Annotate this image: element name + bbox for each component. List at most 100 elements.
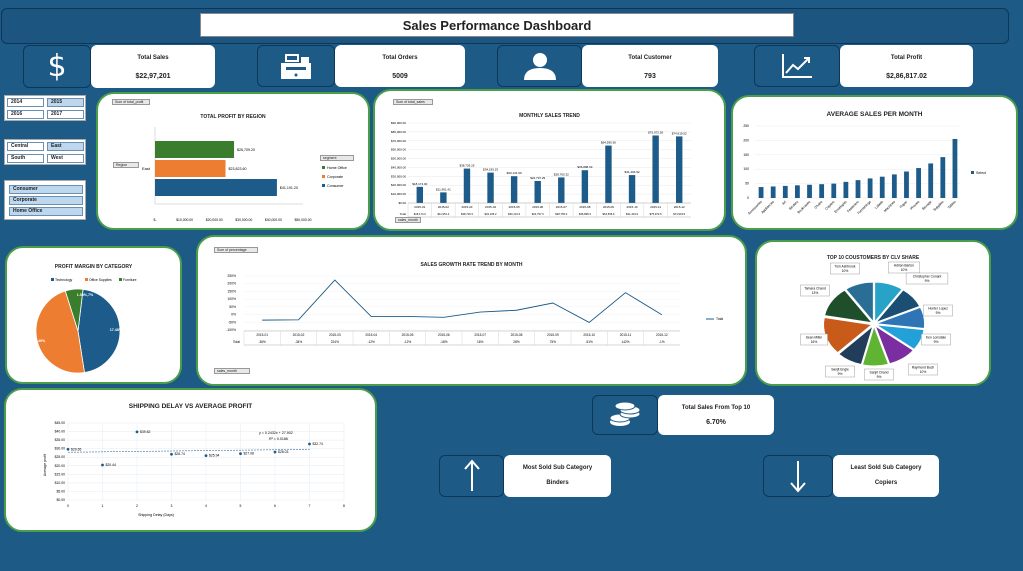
slicer-region-west[interactable]: West xyxy=(47,154,84,163)
clv-name-label: Hunter Lopez xyxy=(928,307,948,311)
x-tick-label: 2015-07 xyxy=(474,333,486,337)
table-cell: -18% xyxy=(440,340,448,344)
slicer-region-central[interactable]: Central xyxy=(7,142,44,151)
bar xyxy=(795,185,800,198)
y-tick-label: $40,000.00 xyxy=(391,165,406,169)
y-tick-label: 250 xyxy=(743,124,749,128)
x-tick-label: Tables xyxy=(947,200,957,210)
arrow-down-icon xyxy=(763,455,833,497)
bar xyxy=(487,172,494,203)
bar xyxy=(843,181,849,198)
table-cell: -12% xyxy=(367,340,375,344)
cash-register-icon xyxy=(257,45,335,87)
slicer-region-south[interactable]: South xyxy=(7,154,44,163)
x-tick-label: 2015-11 xyxy=(650,205,661,209)
avg-sales-svg: 250200150100500AccessoriesAppliances Art B… xyxy=(743,124,986,216)
bar xyxy=(510,176,518,203)
y-tick-label: $80,000.00 xyxy=(391,130,406,134)
kpi-label: Least Sold Sub Category xyxy=(850,465,922,471)
x-tick-label: 0 xyxy=(67,504,69,508)
bar-data-label: $24,797.29 xyxy=(530,176,545,180)
growth-rate-panel: Sum of percentage SALES GROWTH RATE TREN… xyxy=(196,235,747,386)
bar xyxy=(758,187,764,198)
y-tick-label: $0.00 xyxy=(57,498,66,502)
clv-name-label: Sanjit Engle xyxy=(831,368,849,372)
legend-label: Total xyxy=(716,317,723,321)
table-cell: $30,131.6 xyxy=(508,212,520,216)
bar xyxy=(819,184,825,198)
kpi-label: Total Sales xyxy=(137,55,169,61)
x-tick-label: $40,000.00 xyxy=(265,218,282,222)
scatter-point xyxy=(204,454,208,458)
x-tick-label: 2015-09 xyxy=(547,333,559,337)
slicer-year-2017[interactable]: 2017 xyxy=(47,110,84,119)
clv-share-panel: TOP 10 COUSTOMERS BY CLV SHARE Tom Ashbr… xyxy=(755,240,991,386)
clv-name-label: Sean Miller xyxy=(806,336,823,340)
bar-data-label: $38,726.25 xyxy=(459,164,474,168)
slicer-year-2015[interactable]: 2015 xyxy=(47,98,84,107)
legend-label: Corporate xyxy=(327,175,343,179)
region-slicer: Central East South West xyxy=(4,139,86,165)
slicer-segment-consumer[interactable]: Consumer xyxy=(9,185,83,194)
line-trend-icon xyxy=(754,45,840,87)
table-cell: $31,404.9 xyxy=(626,212,638,216)
x-tick-label: Phones xyxy=(909,200,920,211)
pie-data-label: 1.54%,7% xyxy=(77,293,94,297)
axis-button[interactable]: sales_month xyxy=(395,217,421,223)
x-tick-label: 2015-05 xyxy=(509,205,520,209)
clv-pct-label: 9% xyxy=(877,375,882,379)
slicer-region-east[interactable]: East xyxy=(47,142,84,151)
table-cell: -36% xyxy=(258,340,266,344)
bar xyxy=(581,170,589,203)
slicer-segment-home-office[interactable]: Home Office xyxy=(9,207,83,216)
bar xyxy=(440,192,447,203)
bar-data-label: $11,951.41 xyxy=(436,187,451,191)
table-cell: $38,726.3 xyxy=(461,212,473,216)
y-tick-label: $90,000.00 xyxy=(391,121,406,125)
x-tick-label: Paper xyxy=(899,199,909,209)
x-tick-label: 2015-06 xyxy=(438,333,450,337)
x-tick-label: Chairs xyxy=(814,200,824,210)
series-line xyxy=(262,279,663,323)
table-cell: $18,174.0 xyxy=(414,212,426,216)
bar-data-label: $23,823.60 xyxy=(229,167,247,171)
y-tick-label: $10,000.00 xyxy=(391,192,406,196)
slicer-segment-corporate[interactable]: Corporate xyxy=(9,196,83,205)
slicer-year-2014[interactable]: 2014 xyxy=(7,98,44,107)
slicer-year-2016[interactable]: 2016 xyxy=(7,110,44,119)
y-tick-label: $30.00 xyxy=(55,447,65,451)
x-tick-label: 2015-02 xyxy=(438,205,449,209)
y-tick-label: $30,000.00 xyxy=(391,174,406,178)
clv-pct-label: 10% xyxy=(920,370,927,374)
legend-label: Home Office xyxy=(327,166,347,170)
kpi-least-sold: Least Sold Sub Category Copiers xyxy=(833,455,939,497)
trend-r2: R² = 0.0186 xyxy=(269,437,288,441)
x-tick-label: 2015-03 xyxy=(329,333,341,337)
axis-button[interactable]: sales_month xyxy=(214,368,250,374)
bar-corporate xyxy=(155,160,226,177)
x-tick-label: Storage xyxy=(921,200,932,211)
bar xyxy=(928,163,934,198)
y-tick-label: 200% xyxy=(227,282,236,286)
x-tick-label: $10,000.00 xyxy=(176,218,193,222)
y-tick-label: 100% xyxy=(227,297,236,301)
clv-pct-label: 13% xyxy=(812,291,819,295)
bar xyxy=(940,157,946,198)
y-tick-label: $50,000.00 xyxy=(391,157,406,161)
x-tick-label: 3 xyxy=(171,504,173,508)
clv-name-label: Tom Ashbrook xyxy=(835,265,856,269)
page-title: Sales Performance Dashboard xyxy=(200,13,794,37)
growth-rate-svg: 250% 200% 150% 100% 50% 0% -50% -100% Total Total… xyxy=(226,274,723,346)
table-row-label: Total xyxy=(400,212,407,216)
y-tick-label: -100% xyxy=(226,328,236,332)
table-row-label: Total xyxy=(233,340,240,344)
table-cell: 16% xyxy=(477,340,484,344)
x-tick-label: Envelopes xyxy=(834,200,848,214)
pie-data-label: 17.48%,47% xyxy=(110,328,131,332)
kpi-most-sold: Most Sold Sub Category Binders xyxy=(504,455,611,497)
x-tick-label: $- xyxy=(153,218,156,222)
bar-consumer xyxy=(155,179,277,196)
y-tick-label: $20,000.00 xyxy=(391,183,406,187)
y-tick-label: 250% xyxy=(227,274,236,278)
table-cell: -34% xyxy=(295,340,303,344)
